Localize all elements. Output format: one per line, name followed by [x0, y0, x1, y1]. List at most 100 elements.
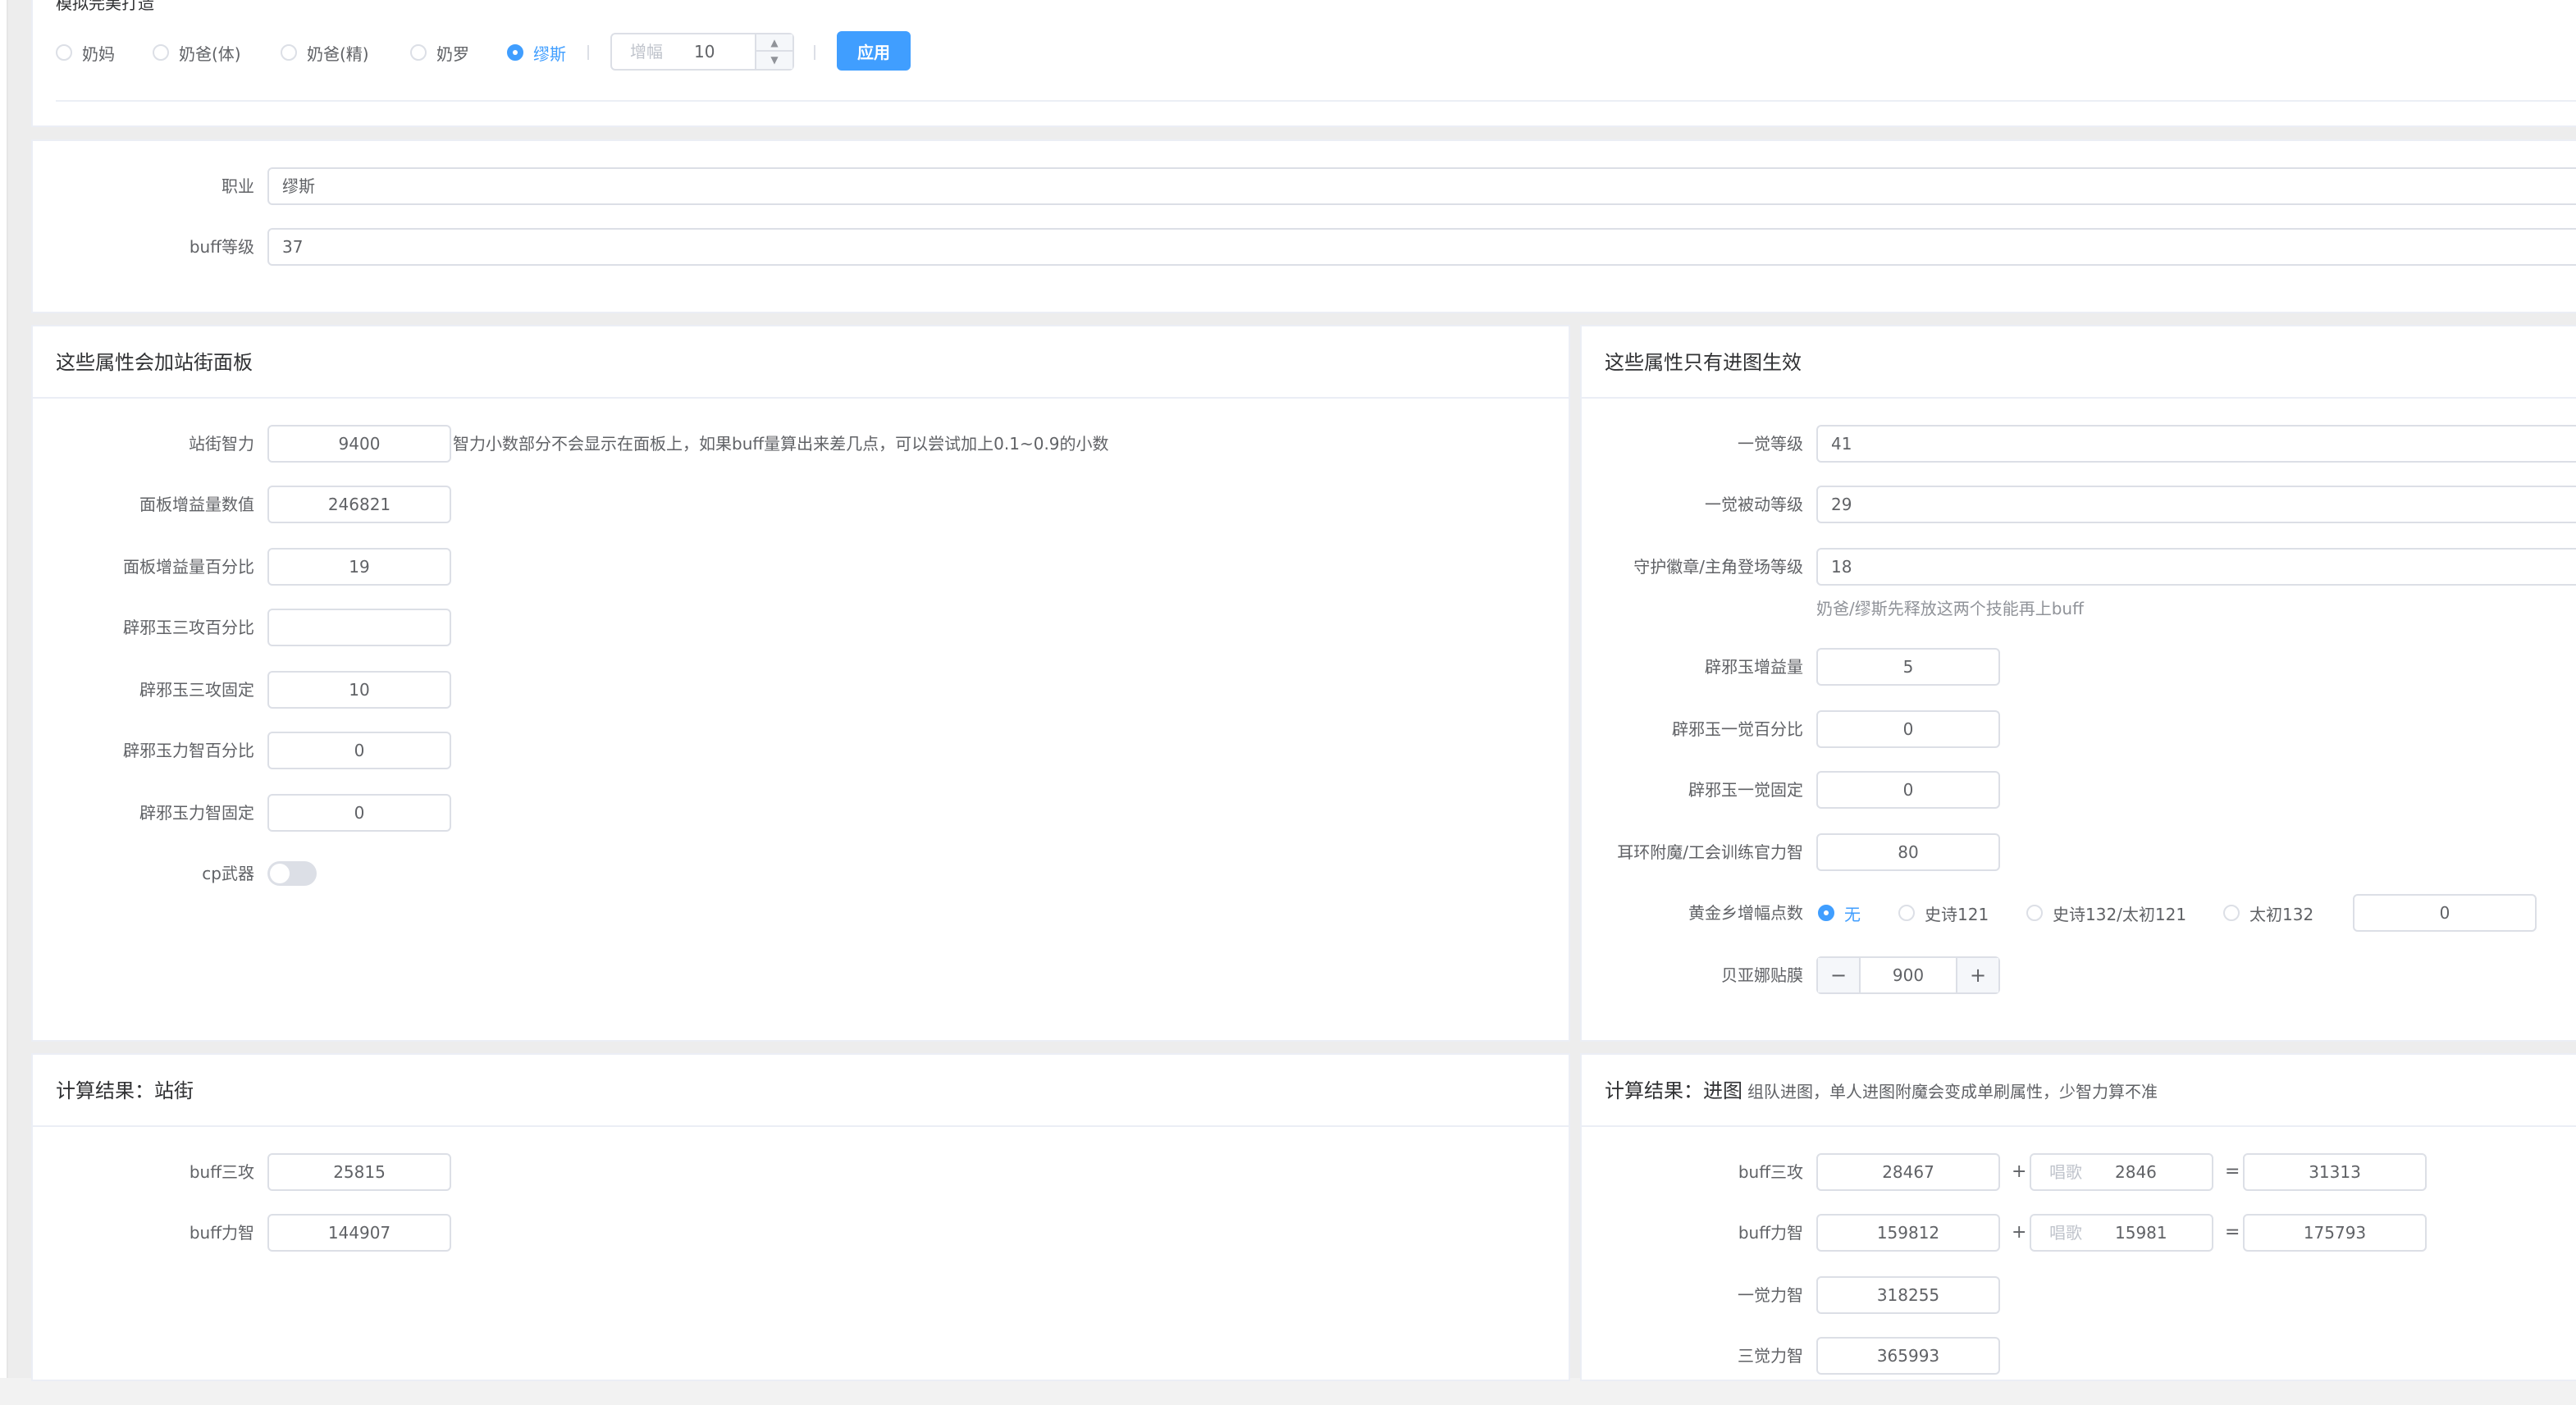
- radio-muse[interactable]: 缪斯: [507, 36, 566, 69]
- guard-level-label: 守护徽章/主角登场等级: [1633, 557, 1803, 577]
- radio-naiba-ti[interactable]: 奶爸(体): [153, 36, 241, 69]
- card-subtitle: 组队进图，单人进图附魔会变成单刷属性，少智力算不准: [1747, 1082, 2158, 1102]
- dungeon-stat-song-output[interactable]: 唱歌 15981: [2030, 1214, 2213, 1252]
- job-label: 职业: [222, 176, 254, 196]
- cp-weapon-label: cp武器: [202, 864, 254, 883]
- switch-knob: [270, 864, 290, 883]
- street-atk-output[interactable]: 25815: [267, 1153, 451, 1191]
- bottom-edge: [0, 1378, 2576, 1405]
- jade-atk-fixed-input[interactable]: 10: [267, 671, 451, 709]
- jade-atk-pct-input[interactable]: [267, 609, 451, 646]
- jade-awk-fixed-label: 辟邪玉一觉固定: [1688, 780, 1803, 800]
- preset-card: 模拟完美打造 奶妈 奶爸(体) 奶爸(精) 奶罗 缪斯 增幅 10 ▲ ▼ 应用: [31, 0, 2576, 127]
- radio-circle-icon: [2223, 905, 2240, 921]
- jade-stat-fixed-input[interactable]: 0: [267, 794, 451, 832]
- left-edge: [0, 0, 8, 1386]
- buff-level-label: buff等级: [189, 237, 254, 257]
- boost-prefix: 增幅: [630, 42, 663, 62]
- boost-value[interactable]: 10: [694, 34, 715, 69]
- plus-sign: +: [2012, 1161, 2027, 1182]
- gold-radio-epic121[interactable]: 史诗121: [1898, 896, 1989, 929]
- radio-naima[interactable]: 奶妈: [56, 36, 115, 69]
- int-label: 站街智力: [189, 434, 254, 454]
- cp-weapon-switch[interactable]: [267, 861, 317, 886]
- chevron-down-icon[interactable]: ▼: [756, 52, 792, 69]
- buff-level-input[interactable]: 37: [267, 228, 2576, 266]
- jade-atk-pct-label: 辟邪玉三攻百分比: [123, 618, 254, 637]
- int-note: 智力小数部分不会显示在面板上，如果buff量算出来差几点，可以尝试加上0.1~0…: [453, 434, 1109, 454]
- gold-input[interactable]: 0: [2353, 894, 2537, 932]
- radio-circle-icon: [56, 44, 72, 61]
- radio-label: 史诗132/太初121: [2053, 904, 2187, 924]
- song-prefix: 唱歌: [2049, 1162, 2082, 1182]
- card-title-main: 计算结果：进图: [1605, 1079, 1742, 1102]
- boost-stepper[interactable]: 增幅 10 ▲ ▼: [610, 33, 794, 71]
- card-header: 计算结果：进图 组队进图，单人进图附魔会变成单刷属性，少智力算不准: [1582, 1055, 2576, 1127]
- preset-divider-line: [56, 100, 2576, 102]
- plus-icon[interactable]: +: [1956, 958, 1998, 992]
- jade-stat-pct-input[interactable]: 0: [267, 732, 451, 769]
- awk3-stat-label: 三觉力智: [1738, 1346, 1803, 1366]
- awk3-stat-output[interactable]: 365993: [1816, 1337, 2000, 1375]
- dungeon-stat-label: buff力智: [1738, 1223, 1803, 1243]
- gold-radio-none[interactable]: 无: [1818, 896, 1861, 929]
- dungeon-stat-total[interactable]: 175793: [2243, 1214, 2427, 1252]
- panel-pct-input[interactable]: 19: [267, 548, 451, 586]
- guard-level-input[interactable]: 18: [1816, 548, 2576, 586]
- preset-section-title: 模拟完美打造: [56, 0, 154, 13]
- radio-circle-icon: [153, 44, 169, 61]
- jade-awk-fixed-input[interactable]: 0: [1816, 771, 2000, 809]
- jade-awk-pct-input[interactable]: 0: [1816, 710, 2000, 748]
- earring-input[interactable]: 80: [1816, 833, 2000, 871]
- chevron-up-icon[interactable]: ▲: [756, 34, 792, 52]
- int-input[interactable]: 9400: [267, 425, 451, 463]
- song-value: 15981: [2115, 1223, 2167, 1243]
- divider: [587, 45, 589, 60]
- minus-icon[interactable]: −: [1818, 958, 1861, 992]
- card-title: 计算结果：站街: [56, 1079, 194, 1102]
- equals-sign: =: [2225, 1222, 2240, 1243]
- radio-nailuo[interactable]: 奶罗: [410, 36, 469, 69]
- card-header: 这些属性只有进图生效: [1582, 326, 2576, 399]
- card-header: 计算结果：站街: [33, 1055, 1569, 1127]
- dungeon-atk-label: buff三攻: [1738, 1162, 1803, 1182]
- gold-radio-primal132[interactable]: 太初132: [2223, 896, 2313, 929]
- radio-label: 史诗121: [1925, 904, 1989, 924]
- jade-gain-input[interactable]: 5: [1816, 648, 2000, 686]
- dungeon-atk-total[interactable]: 31313: [2243, 1153, 2427, 1191]
- jade-stat-pct-label: 辟邪玉力智百分比: [123, 741, 254, 760]
- job-input[interactable]: 缪斯: [267, 167, 2576, 205]
- card-title: 这些属性会加站街面板: [56, 351, 253, 374]
- radio-label: 奶爸(精): [307, 43, 369, 64]
- dungeon-atk-output[interactable]: 28467: [1816, 1153, 2000, 1191]
- gold-radio-epic132[interactable]: 史诗132/太初121: [2026, 896, 2186, 929]
- awaken1-passive-input[interactable]: 29: [1816, 486, 2576, 523]
- awk1-stat-output[interactable]: 318255: [1816, 1276, 2000, 1314]
- plus-sign: +: [2012, 1222, 2027, 1243]
- gold-label: 黄金乡增幅点数: [1688, 903, 1803, 923]
- panel-gain-label: 面板增益量数值: [139, 495, 254, 514]
- awaken1-label: 一觉等级: [1738, 434, 1803, 454]
- radio-circle-icon: [1898, 905, 1915, 921]
- apply-button[interactable]: 应用: [837, 31, 911, 71]
- radio-naiba-jing[interactable]: 奶爸(精): [281, 36, 369, 69]
- card-title: 计算结果：进图 组队进图，单人进图附魔会变成单刷属性，少智力算不准: [1605, 1055, 2158, 1128]
- panel-gain-input[interactable]: 246821: [267, 486, 451, 523]
- jade-stat-fixed-label: 辟邪玉力智固定: [139, 803, 254, 823]
- radio-label: 奶罗: [436, 43, 469, 64]
- jade-awk-pct-label: 辟邪玉一觉百分比: [1672, 719, 1803, 739]
- radio-checked-icon: [1818, 905, 1834, 921]
- street-stat-output[interactable]: 144907: [267, 1214, 451, 1252]
- awaken1-passive-label: 一觉被动等级: [1705, 495, 1803, 514]
- dungeon-stat-output[interactable]: 159812: [1816, 1214, 2000, 1252]
- panel-pct-label: 面板增益量百分比: [123, 557, 254, 577]
- belia-label: 贝亚娜贴膜: [1721, 965, 1803, 985]
- awaken1-input[interactable]: 41: [1816, 425, 2576, 463]
- radio-circle-icon: [281, 44, 297, 61]
- dungeon-panel-card: 这些属性只有进图生效 一觉等级 41 一觉被动等级 29 守护徽章/主角登场等级…: [1580, 325, 2576, 1042]
- song-prefix: 唱歌: [2049, 1223, 2082, 1243]
- belia-value[interactable]: 900: [1861, 958, 1956, 992]
- dungeon-atk-song-output[interactable]: 唱歌 2846: [2030, 1153, 2213, 1191]
- card-header: 这些属性会加站街面板: [33, 326, 1569, 399]
- radio-label: 奶妈: [82, 43, 115, 64]
